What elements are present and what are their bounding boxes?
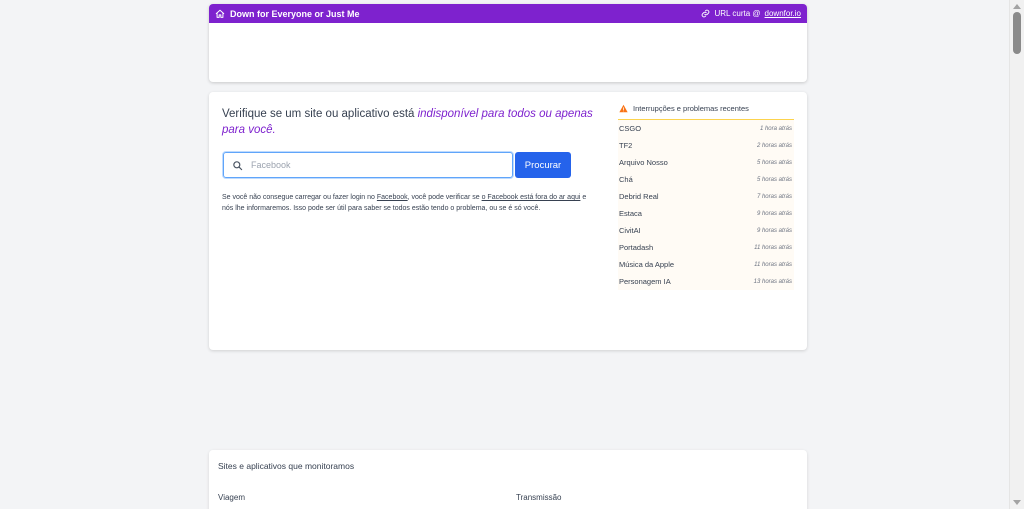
site-title: Down for Everyone or Just Me: [230, 8, 360, 19]
link-icon: [702, 9, 710, 18]
outage-time: 2 horas atrás: [756, 142, 792, 149]
desc-part-1: Se você não consegue carregar ou fazer l…: [222, 194, 377, 201]
outage-name: Personagem IA: [619, 277, 671, 286]
outage-time: 11 horas atrás: [754, 244, 792, 251]
desc-part-2: , você pode verificar se: [407, 194, 482, 201]
warning-icon: [619, 104, 628, 113]
short-url-link[interactable]: downfor.io: [765, 9, 801, 18]
monitored-title: Sites e aplicativos que monitoramos: [218, 461, 355, 471]
search-button[interactable]: Procurar: [515, 152, 571, 178]
outage-item[interactable]: Música da Apple 11 horas atrás: [618, 256, 794, 273]
vertical-scrollbar[interactable]: [1009, 0, 1024, 509]
outages-list: CSGO 1 hora atrás TF2 2 horas atrás Arquiv…: [618, 120, 794, 290]
outage-name: Chá: [619, 175, 633, 184]
outage-item[interactable]: Arquivo Nosso 5 horas atrás: [618, 154, 794, 171]
scrollbar-thumb[interactable]: [1013, 12, 1021, 54]
outage-name: Estaca: [619, 209, 642, 218]
search-box[interactable]: [223, 152, 513, 178]
outage-item[interactable]: Personagem IA 13 horas atrás: [618, 273, 794, 290]
outage-item[interactable]: TF2 2 horas atrás: [618, 137, 794, 154]
outage-item[interactable]: Chá 5 horas atrás: [618, 171, 794, 188]
headline-text: Verifique se um site ou aplicativo está: [222, 108, 418, 120]
category-travel: Viagem: [218, 493, 245, 502]
outage-time: 9 horas atrás: [756, 210, 792, 217]
scroll-up-arrow[interactable]: [1013, 4, 1021, 9]
short-url-label: URL curta @: [714, 9, 761, 18]
monitored-sites-card: Sites e aplicativos que monitoramos Viag…: [209, 450, 807, 509]
home-icon: [215, 9, 225, 18]
outage-item[interactable]: Portadash 11 horas atrás: [618, 239, 794, 256]
outage-time: 13 horas atrás: [753, 278, 792, 285]
short-url: URL curta @ downfor.io: [701, 9, 801, 18]
recent-outages-panel: Interrupções e problemas recentes CSGO 1 …: [618, 102, 794, 290]
site-brand[interactable]: Down for Everyone or Just Me: [215, 9, 360, 19]
outage-item[interactable]: CivitAI 9 horas atrás: [618, 222, 794, 239]
outage-name: Debrid Real: [619, 192, 659, 201]
facebook-status-link[interactable]: o Facebook está fora do ar aqui: [482, 194, 581, 201]
search-input[interactable]: [251, 160, 491, 170]
outage-time: 9 horas atrás: [756, 227, 792, 234]
outage-time: 5 horas atrás: [756, 176, 792, 183]
page-headline: Verifique se um site ou aplicativo está …: [222, 106, 602, 138]
outage-name: Música da Apple: [619, 260, 675, 269]
outage-name: Arquivo Nosso: [619, 158, 668, 167]
search-icon: [233, 160, 243, 170]
outage-time: 5 horas atrás: [756, 159, 792, 166]
outage-time: 7 horas atrás: [756, 193, 792, 200]
outage-item[interactable]: Estaca 9 horas atrás: [618, 205, 794, 222]
facebook-link[interactable]: Facebook: [377, 194, 408, 201]
outage-name: CSGO: [619, 124, 642, 133]
outages-header: Interrupções e problemas recentes: [618, 102, 794, 120]
header-card: Down for Everyone or Just Me URL curta @…: [209, 4, 807, 82]
main-card: Verifique se um site ou aplicativo está …: [209, 92, 807, 350]
description-text: Se você não consegue carregar ou fazer l…: [222, 192, 594, 214]
outage-item[interactable]: CSGO 1 hora atrás: [618, 120, 794, 137]
outage-name: Portadash: [619, 243, 654, 252]
outage-name: CivitAI: [619, 226, 641, 235]
outage-time: 1 hora atrás: [759, 125, 792, 132]
outage-time: 11 horas atrás: [754, 261, 792, 268]
outages-title: Interrupções e problemas recentes: [633, 104, 749, 113]
header-bar: Down for Everyone or Just Me URL curta @…: [209, 4, 807, 23]
scroll-down-arrow[interactable]: [1013, 500, 1021, 505]
outage-name: TF2: [619, 141, 633, 150]
outage-item[interactable]: Debrid Real 7 horas atrás: [618, 188, 794, 205]
category-streaming: Transmissão: [516, 493, 562, 502]
